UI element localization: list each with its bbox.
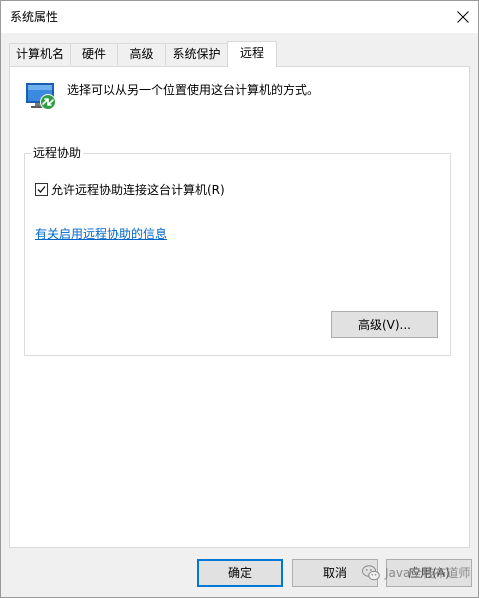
remote-assistance-info-link[interactable]: 有关启用远程协助的信息 [35,226,167,242]
window-title: 系统属性 [10,10,59,24]
remote-tab-panel: 选择可以从另一个位置使用这台计算机的方式。 远程协助 允许远程协助连接这台计算机… [9,66,470,548]
system-properties-window: 系统属性 计算机名 硬件 高级 系统保护 远程 选择可以从另一个位置使用这台计算… [0,0,479,598]
checkmark-icon [37,186,46,193]
tab-computer-name[interactable]: 计算机名 [9,43,71,65]
advanced-button[interactable]: 高级(V)... [331,311,438,338]
allow-remote-assistance-label[interactable]: 允许远程协助连接这台计算机(R) [51,182,225,198]
watermark-text: Java全栈布道师 [385,566,471,580]
tab-remote[interactable]: 远程 [227,41,277,67]
tab-hardware[interactable]: 硬件 [70,43,118,65]
remote-computer-icon [24,79,58,113]
remote-assistance-group-title: 远程协助 [31,145,84,161]
ok-button[interactable]: 确定 [197,559,283,587]
allow-remote-assistance-checkbox[interactable] [35,183,48,196]
tab-system-protection[interactable]: 系统保护 [165,43,228,65]
tab-advanced[interactable]: 高级 [117,43,166,65]
title-bar[interactable]: 系统属性 [1,1,478,33]
close-icon [457,11,469,23]
remote-assistance-group: 远程协助 允许远程协助连接这台计算机(R) 有关启用远程协助的信息 高级(V).… [24,145,451,356]
remote-intro-text: 选择可以从另一个位置使用这台计算机的方式。 [67,83,320,97]
close-button[interactable] [448,1,478,33]
wechat-icon [362,565,380,581]
